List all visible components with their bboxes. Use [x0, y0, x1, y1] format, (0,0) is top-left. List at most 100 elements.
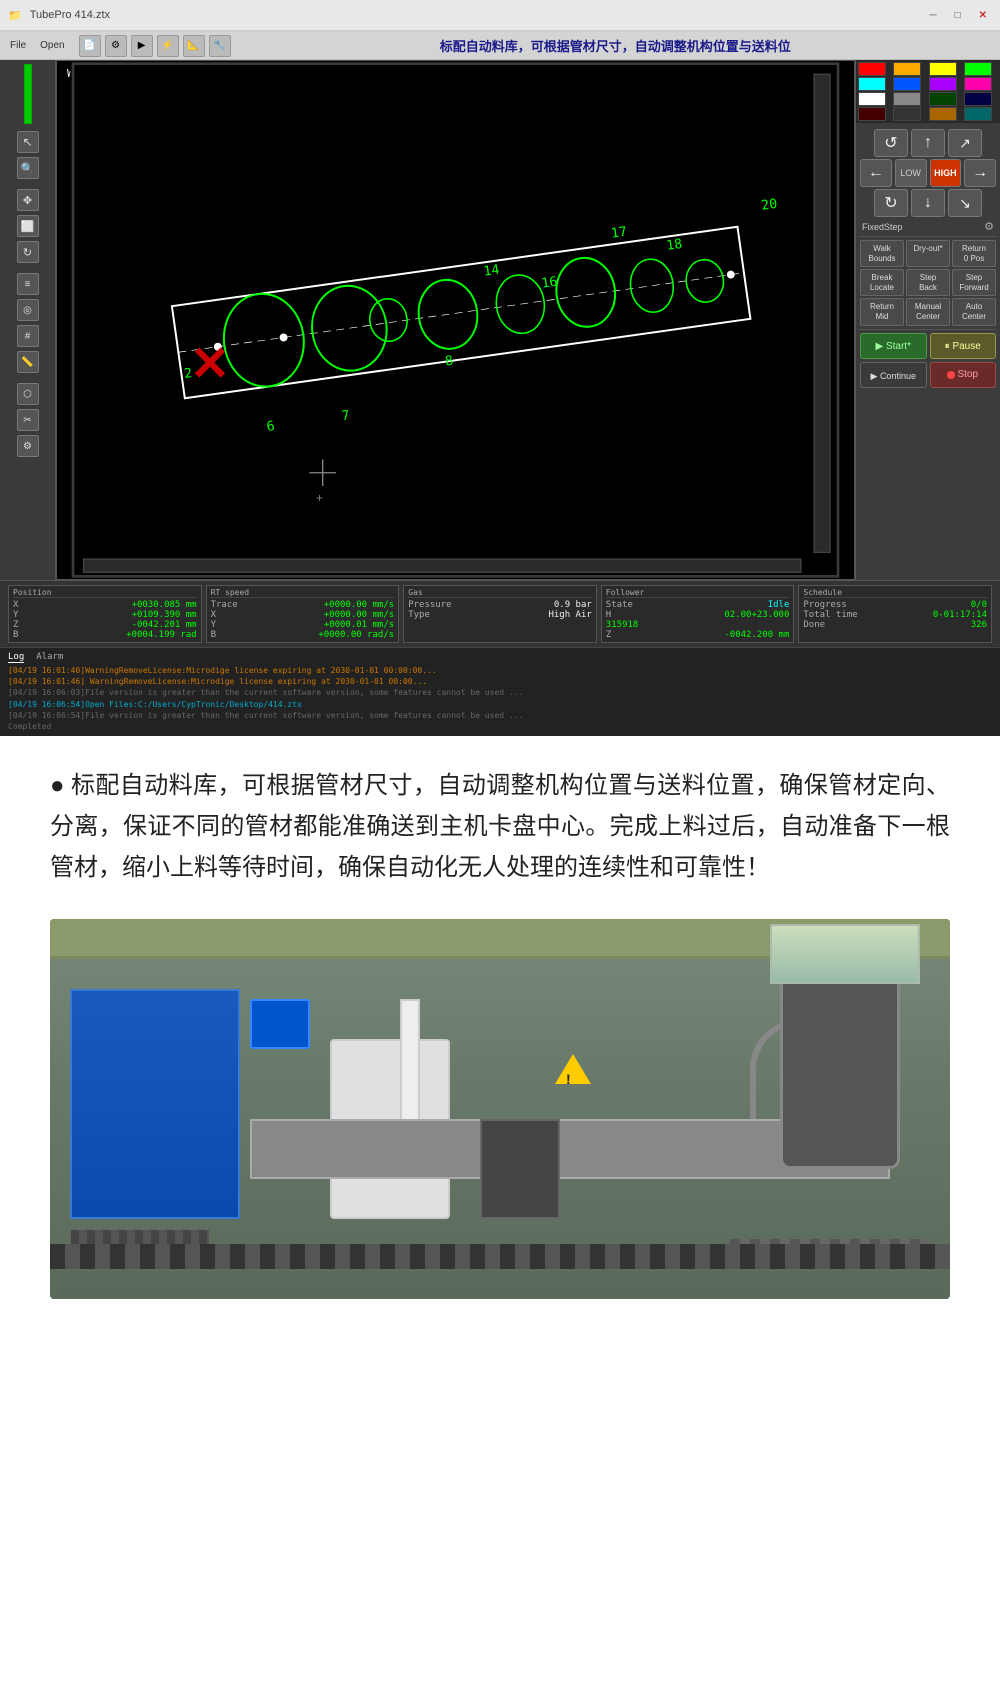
color-green[interactable] — [964, 62, 992, 76]
manual-center-btn[interactable]: Manual Center — [906, 298, 950, 325]
color-cyan[interactable] — [858, 77, 886, 91]
continue-button[interactable]: ▶ Continue — [860, 362, 927, 388]
main-paragraph: ●标配自动料库，可根据管材尺寸，自动调整机构位置与送料位置，确保管材定向、分离，… — [50, 766, 950, 888]
divider-2 — [860, 329, 996, 330]
dry-out-btn[interactable]: Dry-out* — [906, 240, 950, 267]
follower-h-row: H 02.00+23.000 — [606, 610, 790, 620]
gear-icon[interactable]: ⚙ — [984, 220, 994, 233]
pos-x-row: X +0030.085 mm — [13, 600, 197, 610]
gas-type-row: Type High Air — [408, 610, 592, 620]
follower-z-val: -0042.200 mm — [724, 630, 789, 640]
3d-view-tool[interactable]: ⬡ — [17, 383, 39, 405]
low-btn[interactable]: LOW — [895, 159, 927, 187]
bot-right-btn[interactable]: ↘ — [948, 189, 982, 217]
color-teal[interactable] — [964, 107, 992, 121]
gas-pressure-val: 0.9 bar — [554, 600, 592, 610]
up-btn[interactable]: ↑ — [911, 129, 945, 157]
color-gray[interactable] — [893, 92, 921, 106]
toolbar-btn-1[interactable]: 📄 — [79, 35, 101, 57]
menu-file[interactable]: File — [6, 38, 30, 53]
start-button[interactable]: ▶ Start* — [860, 333, 927, 359]
toolbar-btn-6[interactable]: 🔧 — [209, 35, 231, 57]
fixed-step-row: FixedStep ⚙ — [860, 220, 996, 233]
select-tool[interactable]: ⬜ — [17, 215, 39, 237]
fixed-step-label: FixedStep — [862, 222, 903, 232]
schedule-progress-val: 0/0 — [971, 600, 987, 610]
snap-tool[interactable]: ◎ — [17, 299, 39, 321]
rotate-ccw-btn[interactable]: ↺ — [874, 129, 908, 157]
toolbar-btn-3[interactable]: ▶ — [131, 35, 153, 57]
toolbar-btn-4[interactable]: ⚡ — [157, 35, 179, 57]
walk-bounds-btn[interactable]: Walk Bounds — [860, 240, 904, 267]
speed-x-label: X — [211, 610, 216, 620]
rtspeed-title: RT speed — [211, 588, 395, 598]
window-light — [770, 924, 920, 984]
cursor-tool[interactable]: ↖ — [17, 131, 39, 153]
stop-button[interactable]: Stop — [930, 362, 997, 388]
color-darkblue[interactable] — [964, 92, 992, 106]
left-btn[interactable]: ← — [860, 159, 892, 187]
schedule-done-label: Done — [803, 620, 825, 630]
warning-text: ! — [566, 1071, 571, 1087]
log-tab[interactable]: Log — [8, 652, 24, 663]
zoom-tool[interactable]: 🔍 — [17, 157, 39, 179]
right-btn[interactable]: → — [964, 159, 996, 187]
break-locate-btn[interactable]: Break Locate — [860, 269, 904, 296]
color-darkred[interactable] — [858, 107, 886, 121]
speed-x-val: +0000.00 mm/s — [324, 610, 394, 620]
schedule-section: Schedule Progress 0/0 Total time 0-01:17… — [798, 585, 992, 643]
measure-tool[interactable]: 📏 — [17, 351, 39, 373]
color-yellow[interactable] — [929, 62, 957, 76]
step-forward-btn[interactable]: Step Forward — [952, 269, 996, 296]
layer-tool[interactable]: ≡ — [17, 273, 39, 295]
toolbar-btn-5[interactable]: 📐 — [183, 35, 205, 57]
top-right-btn[interactable]: ↗ — [948, 129, 982, 157]
auto-center-btn[interactable]: Auto Center — [952, 298, 996, 325]
return-0pos-btn[interactable]: Return 0 Pos — [952, 240, 996, 267]
panel-box-1 — [250, 999, 310, 1049]
alarm-tab[interactable]: Alarm — [36, 652, 63, 663]
gas-title: Gas — [408, 588, 592, 598]
return-mid-btn[interactable]: Return Mid — [860, 298, 904, 325]
pause-button[interactable]: ⏸ Pause — [930, 333, 997, 359]
cut-tool[interactable]: ✂ — [17, 409, 39, 431]
color-pink[interactable] — [964, 77, 992, 91]
log-header: Log Alarm — [8, 652, 992, 663]
color-brown[interactable] — [929, 107, 957, 121]
grid-tool[interactable]: # — [17, 325, 39, 347]
menu-open[interactable]: Open — [36, 38, 68, 53]
color-blue[interactable] — [893, 77, 921, 91]
left-toolbar: ↖ 🔍 ✥ ⬜ ↻ ≡ ◎ # 📏 ⬡ ✂ ⚙ — [0, 60, 56, 580]
controls-panel: ↺ ↑ ↗ ← LOW HIGH → ↻ ↓ ↘ FixedStep ⚙ — [856, 123, 1000, 580]
high-btn[interactable]: HIGH — [930, 159, 962, 187]
move-tool[interactable]: ✥ — [17, 189, 39, 211]
toolbar-row: File Open 📄 ⚙ ▶ ⚡ 📐 🔧 标配自动料库，可根据管材尺寸，自动调… — [0, 32, 1000, 60]
color-purple[interactable] — [929, 77, 957, 91]
status-bar: Position X +0030.085 mm Y +0109.390 mm Z… — [0, 580, 1000, 647]
maximize-icon[interactable]: □ — [950, 8, 966, 23]
color-orange[interactable] — [893, 62, 921, 76]
start-pause-row: ▶ Start* ⏸ Pause — [860, 333, 996, 359]
svg-text:✕: ✕ — [190, 338, 230, 391]
machine-blue-box — [70, 989, 240, 1219]
step-back-btn[interactable]: Step Back — [906, 269, 950, 296]
color-white[interactable] — [858, 92, 886, 106]
pos-z-row: Z -0042.201 mm — [13, 620, 197, 630]
close-icon[interactable]: ✕ — [974, 8, 992, 23]
gas-pressure-row: Pressure 0.9 bar — [408, 600, 592, 610]
move-row: ← LOW HIGH → — [860, 159, 996, 187]
color-darkgreen[interactable] — [929, 92, 957, 106]
cad-canvas[interactable]: Wiruxi Pipe40 H: 80 X 717.651 — [56, 60, 855, 580]
color-darkgray[interactable] — [893, 107, 921, 121]
follower-state-val: Idle — [768, 600, 790, 610]
toolbar-btn-2[interactable]: ⚙ — [105, 35, 127, 57]
settings-tool[interactable]: ⚙ — [17, 435, 39, 457]
speed-trace-label: Trace — [211, 600, 238, 610]
rotate-tool[interactable]: ↻ — [17, 241, 39, 263]
rotate-cw-btn[interactable]: ↻ — [874, 189, 908, 217]
down-btn[interactable]: ↓ — [911, 189, 945, 217]
color-red[interactable] — [858, 62, 886, 76]
pos-y-label: Y — [13, 610, 18, 620]
minimize-icon[interactable]: ─ — [924, 8, 941, 23]
pos-y-val: +0109.390 mm — [132, 610, 197, 620]
